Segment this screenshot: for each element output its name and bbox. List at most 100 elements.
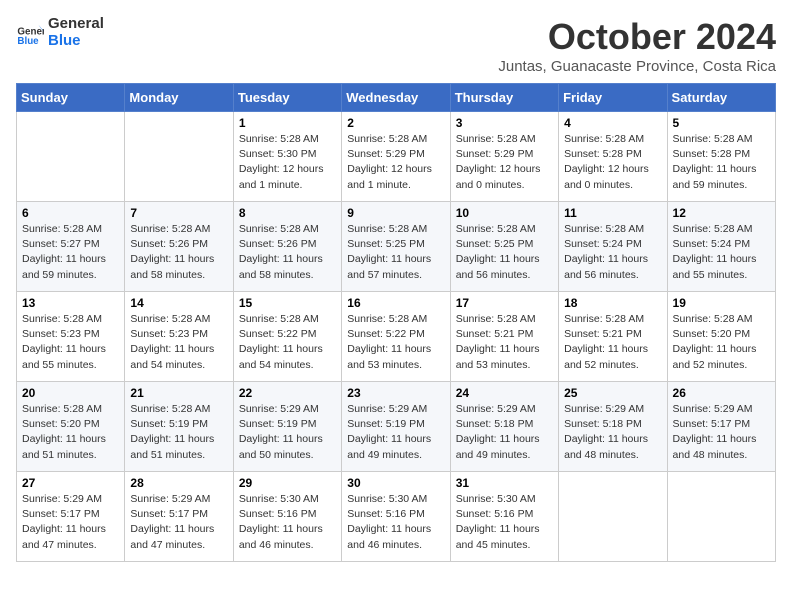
day-number: 8 [239,206,336,220]
day-info: Sunrise: 5:28 AMSunset: 5:25 PMDaylight:… [456,222,553,283]
calendar-cell: 6 Sunrise: 5:28 AMSunset: 5:27 PMDaylight… [17,202,125,292]
day-number: 22 [239,386,336,400]
day-number: 3 [456,116,553,130]
calendar-cell [559,472,667,562]
day-info: Sunrise: 5:28 AMSunset: 5:26 PMDaylight:… [239,222,336,283]
calendar-cell: 17 Sunrise: 5:28 AMSunset: 5:21 PMDayligh… [450,292,558,382]
day-number: 18 [564,296,661,310]
day-info: Sunrise: 5:28 AMSunset: 5:22 PMDaylight:… [239,312,336,373]
day-info: Sunrise: 5:28 AMSunset: 5:23 PMDaylight:… [22,312,119,373]
day-info: Sunrise: 5:29 AMSunset: 5:18 PMDaylight:… [456,402,553,463]
calendar-cell [125,112,233,202]
calendar-cell: 28 Sunrise: 5:29 AMSunset: 5:17 PMDayligh… [125,472,233,562]
calendar-cell: 19 Sunrise: 5:28 AMSunset: 5:20 PMDayligh… [667,292,775,382]
day-info: Sunrise: 5:28 AMSunset: 5:19 PMDaylight:… [130,402,227,463]
day-number: 24 [456,386,553,400]
title-block: October 2024 Juntas, Guanacaste Province… [498,16,776,75]
day-info: Sunrise: 5:29 AMSunset: 5:17 PMDaylight:… [22,492,119,553]
logo-icon: General Blue [16,19,44,47]
day-info: Sunrise: 5:30 AMSunset: 5:16 PMDaylight:… [456,492,553,553]
day-number: 16 [347,296,444,310]
day-number: 13 [22,296,119,310]
weekday-header-thursday: Thursday [450,84,558,112]
day-info: Sunrise: 5:29 AMSunset: 5:17 PMDaylight:… [130,492,227,553]
calendar-cell: 16 Sunrise: 5:28 AMSunset: 5:22 PMDayligh… [342,292,450,382]
calendar-cell: 21 Sunrise: 5:28 AMSunset: 5:19 PMDayligh… [125,382,233,472]
calendar-cell: 7 Sunrise: 5:28 AMSunset: 5:26 PMDaylight… [125,202,233,292]
weekday-header-tuesday: Tuesday [233,84,341,112]
logo-line1: General [48,16,104,33]
day-number: 11 [564,206,661,220]
calendar-cell: 15 Sunrise: 5:28 AMSunset: 5:22 PMDayligh… [233,292,341,382]
day-number: 7 [130,206,227,220]
calendar-cell: 12 Sunrise: 5:28 AMSunset: 5:24 PMDayligh… [667,202,775,292]
day-info: Sunrise: 5:30 AMSunset: 5:16 PMDaylight:… [239,492,336,553]
calendar-cell: 2 Sunrise: 5:28 AMSunset: 5:29 PMDaylight… [342,112,450,202]
day-number: 26 [673,386,770,400]
day-info: Sunrise: 5:28 AMSunset: 5:26 PMDaylight:… [130,222,227,283]
day-info: Sunrise: 5:28 AMSunset: 5:20 PMDaylight:… [673,312,770,373]
calendar-cell: 30Sunrise: 5:30 AMSunset: 5:16 PMDayligh… [342,472,450,562]
day-number: 6 [22,206,119,220]
subtitle: Juntas, Guanacaste Province, Costa Rica [498,58,776,75]
weekday-header-wednesday: Wednesday [342,84,450,112]
day-number: 23 [347,386,444,400]
day-info: Sunrise: 5:29 AMSunset: 5:19 PMDaylight:… [347,402,444,463]
day-info: Sunrise: 5:28 AMSunset: 5:20 PMDaylight:… [22,402,119,463]
calendar-cell: 29 Sunrise: 5:30 AMSunset: 5:16 PMDayligh… [233,472,341,562]
svg-text:Blue: Blue [17,36,39,47]
day-info: Sunrise: 5:28 AMSunset: 5:21 PMDaylight:… [564,312,661,373]
calendar-cell: 3 Sunrise: 5:28 AMSunset: 5:29 PMDaylight… [450,112,558,202]
day-info: Sunrise: 5:28 AMSunset: 5:27 PMDaylight:… [22,222,119,283]
day-info: Sunrise: 5:28 AMSunset: 5:21 PMDaylight:… [456,312,553,373]
calendar-cell: 5 Sunrise: 5:28 AMSunset: 5:28 PMDaylight… [667,112,775,202]
day-number: 17 [456,296,553,310]
calendar-cell: 9Sunrise: 5:28 AMSunset: 5:25 PMDaylight… [342,202,450,292]
day-info: Sunrise: 5:28 AMSunset: 5:29 PMDaylight:… [456,132,553,193]
day-info: Sunrise: 5:28 AMSunset: 5:24 PMDaylight:… [564,222,661,283]
day-info: Sunrise: 5:28 AMSunset: 5:22 PMDaylight:… [347,312,444,373]
weekday-header-saturday: Saturday [667,84,775,112]
calendar-cell: 22Sunrise: 5:29 AMSunset: 5:19 PMDayligh… [233,382,341,472]
calendar-cell: 10 Sunrise: 5:28 AMSunset: 5:25 PMDayligh… [450,202,558,292]
calendar-cell: 8 Sunrise: 5:28 AMSunset: 5:26 PMDaylight… [233,202,341,292]
day-number: 5 [673,116,770,130]
calendar-cell: 20Sunrise: 5:28 AMSunset: 5:20 PMDayligh… [17,382,125,472]
day-info: Sunrise: 5:28 AMSunset: 5:25 PMDaylight:… [347,222,444,283]
day-info: Sunrise: 5:28 AMSunset: 5:30 PMDaylight:… [239,132,336,193]
logo-line2: Blue [48,33,104,50]
calendar-table: SundayMondayTuesdayWednesdayThursdayFrid… [16,83,776,562]
day-number: 28 [130,476,227,490]
calendar-cell: 24 Sunrise: 5:29 AMSunset: 5:18 PMDayligh… [450,382,558,472]
calendar-cell: 1 Sunrise: 5:28 AMSunset: 5:30 PMDaylight… [233,112,341,202]
logo: General Blue General Blue [16,16,104,49]
day-info: Sunrise: 5:29 AMSunset: 5:18 PMDaylight:… [564,402,661,463]
day-number: 31 [456,476,553,490]
day-number: 12 [673,206,770,220]
day-number: 15 [239,296,336,310]
calendar-cell: 26 Sunrise: 5:29 AMSunset: 5:17 PMDayligh… [667,382,775,472]
day-number: 19 [673,296,770,310]
calendar-cell: 13 Sunrise: 5:28 AMSunset: 5:23 PMDayligh… [17,292,125,382]
calendar-cell [667,472,775,562]
day-number: 27 [22,476,119,490]
day-info: Sunrise: 5:29 AMSunset: 5:17 PMDaylight:… [673,402,770,463]
calendar-cell: 27 Sunrise: 5:29 AMSunset: 5:17 PMDayligh… [17,472,125,562]
day-info: Sunrise: 5:28 AMSunset: 5:24 PMDaylight:… [673,222,770,283]
day-number: 21 [130,386,227,400]
weekday-header-sunday: Sunday [17,84,125,112]
weekday-header-monday: Monday [125,84,233,112]
day-info: Sunrise: 5:28 AMSunset: 5:29 PMDaylight:… [347,132,444,193]
day-number: 30 [347,476,444,490]
calendar-cell: 23 Sunrise: 5:29 AMSunset: 5:19 PMDayligh… [342,382,450,472]
month-title: October 2024 [498,16,776,58]
calendar-cell: 31 Sunrise: 5:30 AMSunset: 5:16 PMDayligh… [450,472,558,562]
day-number: 2 [347,116,444,130]
day-info: Sunrise: 5:28 AMSunset: 5:28 PMDaylight:… [673,132,770,193]
day-number: 10 [456,206,553,220]
day-number: 29 [239,476,336,490]
calendar-cell: 14Sunrise: 5:28 AMSunset: 5:23 PMDayligh… [125,292,233,382]
calendar-cell [17,112,125,202]
day-number: 14 [130,296,227,310]
day-number: 1 [239,116,336,130]
